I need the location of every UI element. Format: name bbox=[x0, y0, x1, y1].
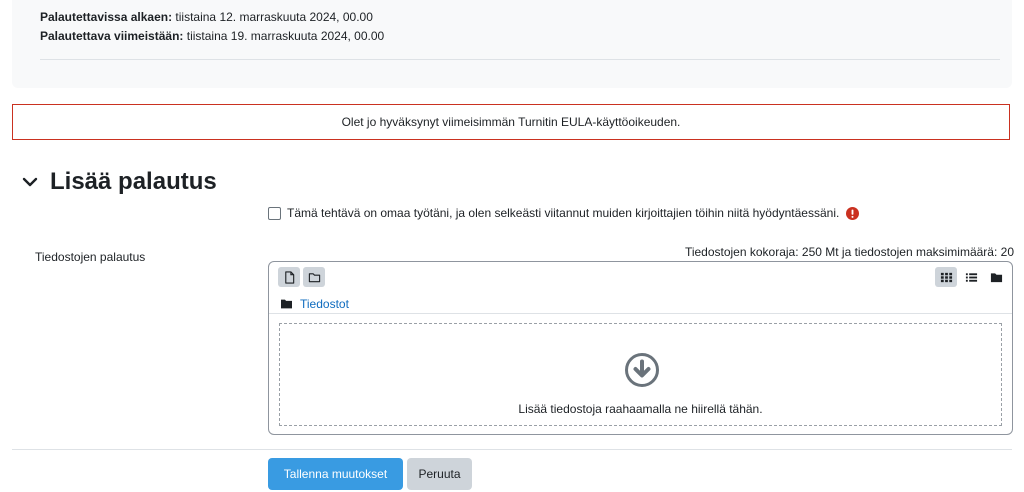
save-changes-button[interactable]: Tallenna muutokset bbox=[268, 458, 403, 490]
due-label: Palautettava viimeistään: bbox=[40, 29, 184, 43]
chevron-down-icon bbox=[22, 177, 38, 187]
divider bbox=[12, 449, 1012, 450]
due-date: Palautettava viimeistään: tiistaina 19. … bbox=[40, 29, 384, 43]
eula-message: Olet jo hyväksynyt viimeisimmän Turnitin… bbox=[341, 115, 681, 129]
file-limits-text: Tiedostojen kokoraja: 250 Mt ja tiedosto… bbox=[684, 245, 1014, 259]
statement-row: Tämä tehtävä on omaa työtäni, ja olen se… bbox=[268, 206, 860, 220]
add-file-button[interactable] bbox=[278, 267, 300, 287]
required-icon bbox=[846, 206, 860, 220]
breadcrumb-root-link[interactable]: Tiedostot bbox=[300, 297, 349, 311]
allow-submissions-from: Palautettavissa alkaen: tiistaina 12. ma… bbox=[40, 10, 373, 24]
grid-icon bbox=[940, 272, 952, 282]
due-value: tiistaina 19. marraskuuta 2024, 00.00 bbox=[186, 29, 385, 43]
folder-icon bbox=[281, 299, 292, 309]
statement-label[interactable]: Tämä tehtävä on omaa työtäni, ja olen se… bbox=[287, 206, 839, 220]
file-dropzone[interactable]: Lisää tiedostoja raahaamalla ne hiirellä… bbox=[279, 323, 1002, 426]
cancel-button[interactable]: Peruuta bbox=[407, 458, 472, 490]
eula-notice: Olet jo hyväksynyt viimeisimmän Turnitin… bbox=[12, 104, 1010, 140]
dropzone-text: Lisää tiedostoja raahaamalla ne hiirellä… bbox=[518, 402, 763, 416]
list-icon bbox=[965, 272, 977, 282]
breadcrumb: Tiedostot bbox=[281, 297, 349, 311]
allow-value: tiistaina 12. marraskuuta 2024, 00.00 bbox=[175, 10, 373, 24]
section-toggle[interactable]: Lisää palautus bbox=[20, 168, 217, 196]
section-title: Lisää palautus bbox=[50, 168, 217, 195]
statement-checkbox[interactable] bbox=[268, 206, 281, 220]
view-icons-button[interactable] bbox=[935, 267, 957, 287]
file-icon bbox=[284, 270, 294, 284]
divider bbox=[269, 313, 1012, 314]
file-submission-label: Tiedostojen palautus bbox=[35, 250, 146, 264]
folder-icon bbox=[990, 272, 1002, 282]
download-circle-icon bbox=[625, 353, 659, 387]
file-manager: Tiedostot Lisää tiedostoja raahaamalla n… bbox=[268, 261, 1013, 435]
allow-label: Palautettavissa alkaen: bbox=[40, 10, 173, 24]
create-folder-button[interactable] bbox=[303, 267, 325, 287]
view-list-button[interactable] bbox=[960, 267, 982, 287]
submission-dates-panel: Palautettavissa alkaen: tiistaina 12. ma… bbox=[12, 0, 1012, 88]
divider bbox=[40, 59, 1000, 60]
folder-outline-icon bbox=[308, 272, 320, 282]
view-tree-button[interactable] bbox=[985, 267, 1007, 287]
